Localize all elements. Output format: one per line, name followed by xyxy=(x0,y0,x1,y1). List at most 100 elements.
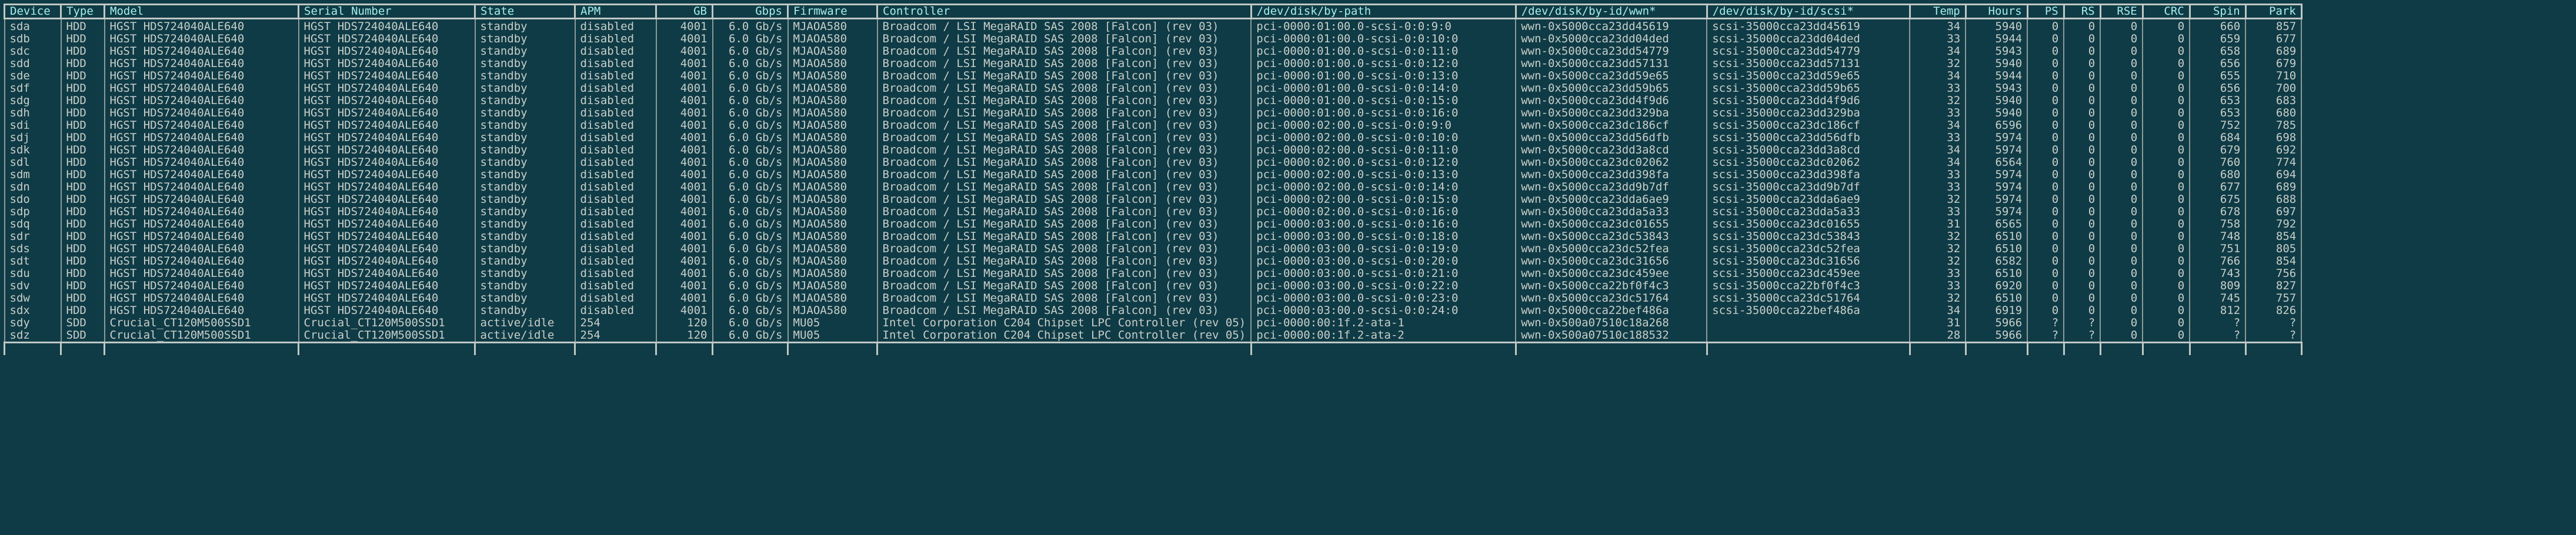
cell-apm: disabled xyxy=(574,268,656,280)
cell-temp: 33 xyxy=(1909,33,1966,45)
table-bottom-border-serial xyxy=(298,342,475,355)
column-header-firmware[interactable]: Firmware xyxy=(787,4,877,19)
cell-bypath: pci-0000:03:00.0-scsi-0:0:22:0 xyxy=(1250,280,1516,292)
cell-controller: Broadcom / LSI MegaRAID SAS 2008 [Falcon… xyxy=(876,82,1252,95)
column-header-park[interactable]: Park xyxy=(2244,4,2303,19)
cell-temp: 32 xyxy=(1909,243,1966,255)
cell-device: sdg xyxy=(4,95,61,107)
column-header-device[interactable]: Device xyxy=(4,4,61,19)
column-header-controller[interactable]: Controller xyxy=(876,4,1252,19)
cell-wwn: wwn-0x5000cca23dd9b7df xyxy=(1515,181,1707,193)
cell-wwn: wwn-0x5000cca23dd398fa xyxy=(1515,169,1707,181)
cell-apm: disabled xyxy=(574,33,656,45)
cell-gb: 4001 xyxy=(655,268,713,280)
cell-state: active/idle xyxy=(474,317,575,329)
cell-firmware: MJAOA580 xyxy=(787,268,877,280)
column-header-hours[interactable]: Hours xyxy=(1964,4,2028,19)
cell-wwn: wwn-0x5000cca23dc459ee xyxy=(1515,268,1707,280)
cell-scsi: scsi-35000cca23dc02062 xyxy=(1706,156,1910,169)
cell-state: standby xyxy=(474,218,575,230)
column-header-wwn[interactable]: /dev/disk/by-id/wwn* xyxy=(1514,4,1707,19)
table-bottom-border-rse xyxy=(2099,342,2143,355)
cell-hours: 5943 xyxy=(1965,82,2028,95)
cell-hours: 6582 xyxy=(1965,255,2028,268)
cell-rse: 0 xyxy=(2100,58,2143,70)
cell-rs: 0 xyxy=(2063,33,2101,45)
cell-gbps: 6.0 Gb/s xyxy=(712,119,788,132)
cell-model: HGST HDS724040ALE640 xyxy=(104,45,299,58)
cell-gb: 4001 xyxy=(655,45,713,58)
cell-rse: 0 xyxy=(2100,107,2143,119)
column-header-type[interactable]: Type xyxy=(60,4,105,19)
table-header: Device Type Model Serial Number State APM GB Gb… xyxy=(4,4,2303,19)
cell-model: HGST HDS724040ALE640 xyxy=(104,156,299,169)
cell-gb: 4001 xyxy=(655,255,713,268)
cell-model: HGST HDS724040ALE640 xyxy=(104,206,299,218)
cell-hours: 6919 xyxy=(1965,305,2028,317)
cell-bypath: pci-0000:02:00.0-scsi-0:0:14:0 xyxy=(1250,181,1516,193)
cell-model: HGST HDS724040ALE640 xyxy=(104,169,299,181)
cell-state: standby xyxy=(474,292,575,305)
cell-type: HDD xyxy=(60,107,105,119)
table-bottom-border-park xyxy=(2244,342,2303,355)
column-header-serial[interactable]: Serial Number xyxy=(298,4,475,19)
cell-crc: 0 xyxy=(2142,230,2190,243)
cell-park: 774 xyxy=(2245,156,2303,169)
cell-rs: 0 xyxy=(2063,132,2101,144)
column-header-scsi[interactable]: /dev/disk/by-id/scsi* xyxy=(1706,4,1910,19)
cell-park: 688 xyxy=(2245,193,2303,206)
cell-wwn: wwn-0x5000cca22bf0f4c3 xyxy=(1515,280,1707,292)
cell-rs: ? xyxy=(2063,329,2101,343)
column-header-bypath[interactable]: /dev/disk/by-path xyxy=(1250,4,1516,19)
column-header-gb[interactable]: GB xyxy=(655,4,713,19)
column-header-crc[interactable]: CRC xyxy=(2141,4,2190,19)
cell-apm: disabled xyxy=(574,156,656,169)
cell-crc: 0 xyxy=(2142,280,2190,292)
cell-device: sdr xyxy=(4,230,61,243)
cell-device: sdt xyxy=(4,255,61,268)
cell-gb: 120 xyxy=(655,317,713,329)
column-header-temp[interactable]: Temp xyxy=(1908,4,1966,19)
cell-controller: Broadcom / LSI MegaRAID SAS 2008 [Falcon… xyxy=(876,58,1252,70)
cell-state: standby xyxy=(474,45,575,58)
cell-firmware: MU05 xyxy=(787,317,877,329)
cell-rse: 0 xyxy=(2100,181,2143,193)
column-header-ps[interactable]: PS xyxy=(2026,4,2064,19)
cell-serial: HGST HDS724040ALE640 xyxy=(298,132,475,144)
cell-controller: Broadcom / LSI MegaRAID SAS 2008 [Falcon… xyxy=(876,156,1252,169)
column-header-apm[interactable]: APM xyxy=(574,4,656,19)
table-bottom-border-gb xyxy=(655,342,713,355)
table-bottom-border-hours xyxy=(1964,342,2028,355)
cell-model: HGST HDS724040ALE640 xyxy=(104,144,299,156)
cell-scsi: scsi-35000cca23dd9b7df xyxy=(1706,181,1910,193)
cell-firmware: MJAOA580 xyxy=(787,95,877,107)
column-header-state[interactable]: State xyxy=(474,4,575,19)
table-bottom-border-scsi xyxy=(1706,342,1910,355)
cell-controller: Broadcom / LSI MegaRAID SAS 2008 [Falcon… xyxy=(876,144,1252,156)
cell-hours: 6596 xyxy=(1965,119,2028,132)
cell-firmware: MJAOA580 xyxy=(787,169,877,181)
cell-hours: 5944 xyxy=(1965,33,2028,45)
cell-rse: 0 xyxy=(2100,18,2143,33)
cell-spin: 745 xyxy=(2189,292,2246,305)
cell-type: HDD xyxy=(60,58,105,70)
cell-gb: 4001 xyxy=(655,169,713,181)
column-header-gbps[interactable]: Gbps xyxy=(712,4,788,19)
column-header-rs[interactable]: RS xyxy=(2063,4,2101,19)
table-row: sdh HDD HGST HDS724040ALE640 HGST HDS724040… xyxy=(4,107,2303,119)
cell-serial: HGST HDS724040ALE640 xyxy=(298,280,475,292)
cell-scsi: scsi-35000cca23dd59b65 xyxy=(1706,82,1910,95)
column-header-rse[interactable]: RSE xyxy=(2099,4,2143,19)
cell-model: HGST HDS724040ALE640 xyxy=(104,280,299,292)
cell-state: standby xyxy=(474,95,575,107)
column-header-model[interactable]: Model xyxy=(104,4,299,19)
cell-rs: 0 xyxy=(2063,243,2101,255)
cell-type: HDD xyxy=(60,193,105,206)
column-header-spin[interactable]: Spin xyxy=(2188,4,2246,19)
cell-rse: 0 xyxy=(2100,132,2143,144)
cell-park: ? xyxy=(2245,317,2303,329)
cell-model: HGST HDS724040ALE640 xyxy=(104,181,299,193)
cell-rse: 0 xyxy=(2100,193,2143,206)
cell-crc: 0 xyxy=(2142,18,2190,33)
cell-firmware: MJAOA580 xyxy=(787,70,877,82)
